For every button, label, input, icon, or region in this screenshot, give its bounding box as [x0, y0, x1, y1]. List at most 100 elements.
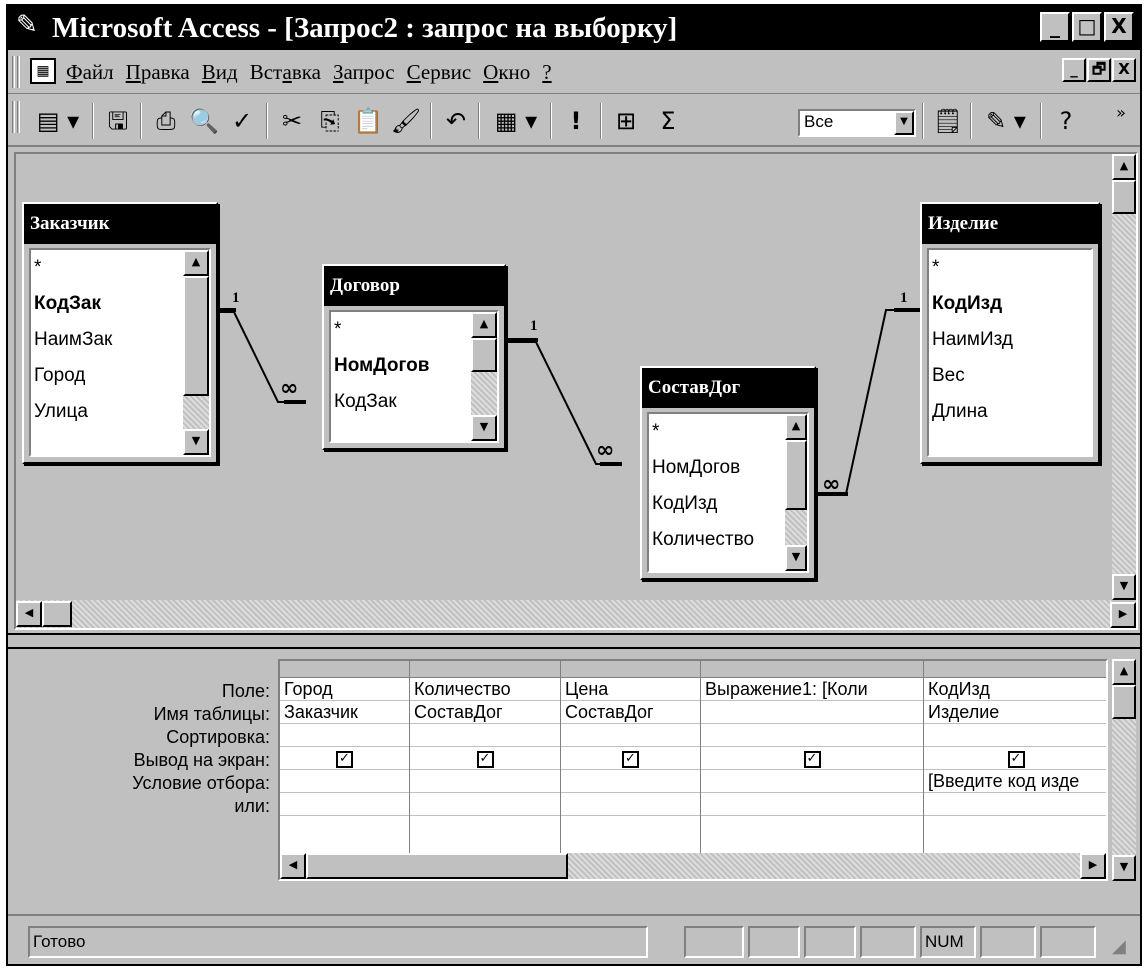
field-cell[interactable]: Выражение1: [Коли — [701, 678, 923, 701]
scroll-down-icon[interactable]: ▼ — [1112, 574, 1136, 600]
table-cell[interactable] — [701, 701, 923, 724]
show-table-icon[interactable]: ⊞ — [608, 103, 644, 139]
table-title[interactable]: СоставДог — [642, 368, 814, 408]
copy-icon[interactable]: ⎘ — [312, 103, 348, 139]
field-item[interactable]: Вес — [929, 358, 1091, 394]
or-cell[interactable] — [701, 793, 923, 816]
totals-icon[interactable]: Σ — [650, 103, 686, 139]
menu-grip[interactable] — [12, 56, 15, 88]
help-icon[interactable]: ? — [1048, 103, 1084, 139]
show-cell[interactable]: ✓ — [410, 747, 560, 770]
show-checkbox[interactable]: ✓ — [336, 750, 353, 768]
show-checkbox[interactable]: ✓ — [1007, 750, 1025, 768]
field-item[interactable]: КодИзд — [649, 486, 807, 522]
cut-icon[interactable]: ✂ — [274, 103, 310, 139]
title-bar[interactable]: ✎ Microsoft Access - [Запрос2 : запрос н… — [8, 6, 1140, 50]
scroll-up-icon[interactable]: ▲ — [1112, 659, 1136, 685]
table-title[interactable]: Заказчик — [24, 204, 216, 244]
field-cell[interactable]: КодИзд — [924, 678, 1106, 701]
scroll-right-icon[interactable]: ▶ — [1110, 602, 1136, 628]
doc-close-button[interactable]: X — [1112, 58, 1136, 82]
toolbar-grip[interactable] — [12, 101, 15, 133]
toolbar-overflow-icon[interactable]: » — [1106, 95, 1136, 131]
menu-grip-2[interactable] — [17, 56, 20, 88]
query-type-icon[interactable]: ▦ ▾ — [486, 103, 546, 139]
table-izdelie[interactable]: Изделие * КодИзд НаимИзд Вес Длина — [920, 202, 1100, 464]
grid-column[interactable]: Количество СоставДог ✓ — [410, 661, 561, 879]
resize-grip-icon[interactable]: ◢ — [1112, 936, 1136, 960]
minimize-button[interactable]: _ — [1040, 12, 1070, 42]
scroll-left-icon[interactable]: ◀ — [16, 601, 42, 627]
vertical-scrollbar[interactable]: ▲ ▼ — [471, 312, 497, 441]
scroll-up-icon[interactable]: ▲ — [471, 312, 497, 338]
show-checkbox[interactable]: ✓ — [476, 750, 494, 768]
table-cell[interactable]: СоставДог — [410, 701, 560, 724]
table-cell[interactable]: Изделие — [924, 701, 1106, 724]
scroll-thumb[interactable] — [183, 276, 209, 396]
field-item[interactable]: Количество — [649, 522, 807, 558]
build-icon[interactable]: ✎ ▾ — [976, 103, 1036, 139]
menu-edit[interactable]: Правка — [126, 60, 190, 85]
menu-help[interactable]: ? — [542, 60, 551, 85]
sort-cell[interactable] — [924, 724, 1106, 747]
menu-query[interactable]: Запрос — [333, 60, 395, 85]
field-item[interactable]: НаимИзд — [929, 322, 1091, 358]
table-zakazchik[interactable]: Заказчик * КодЗак НаимЗак Город Улица ▲ … — [22, 202, 218, 464]
scroll-up-icon[interactable]: ▲ — [1112, 154, 1136, 180]
criteria-cell[interactable] — [410, 770, 560, 793]
column-selector[interactable] — [280, 661, 409, 678]
criteria-cell[interactable] — [561, 770, 700, 793]
undo-icon[interactable]: ↶ — [438, 103, 474, 139]
doc-restore-button[interactable]: 🗗 — [1087, 58, 1111, 82]
column-selector[interactable] — [701, 661, 923, 678]
vertical-scrollbar[interactable]: ▲ ▼ — [785, 414, 807, 571]
or-cell[interactable] — [924, 793, 1106, 816]
scroll-down-icon[interactable]: ▼ — [471, 415, 497, 441]
field-cell[interactable]: Город — [280, 678, 409, 701]
show-cell[interactable]: ✓ — [701, 747, 923, 770]
grid-column[interactable]: КодИзд Изделие ✓ [Введите код изде — [924, 661, 1106, 879]
maximize-button[interactable]: □ — [1072, 12, 1102, 42]
or-cell[interactable] — [561, 793, 700, 816]
scroll-left-icon[interactable]: ◀ — [280, 853, 306, 879]
column-selector[interactable] — [410, 661, 560, 678]
field-item[interactable]: КодИзд — [929, 286, 1091, 322]
show-cell[interactable]: ✓ — [561, 747, 700, 770]
grid-horizontal-scrollbar[interactable]: ◀ ▶ — [280, 853, 1106, 879]
show-checkbox[interactable]: ✓ — [803, 750, 821, 768]
document-icon[interactable]: ▦ — [30, 58, 56, 84]
table-title[interactable]: Договор — [324, 266, 504, 306]
field-cell[interactable]: Количество — [410, 678, 560, 701]
sort-cell[interactable] — [410, 724, 560, 747]
view-icon[interactable]: ▤ ▾ — [28, 103, 88, 139]
sort-cell[interactable] — [280, 724, 409, 747]
scroll-up-icon[interactable]: ▲ — [785, 414, 807, 440]
top-values-combo[interactable]: Все ▼ — [798, 109, 916, 137]
grid-column[interactable]: Выражение1: [Коли ✓ — [701, 661, 924, 879]
spelling-icon[interactable]: ✓ — [224, 103, 260, 139]
scroll-thumb[interactable] — [785, 440, 807, 510]
menu-tools[interactable]: Сервис — [407, 60, 472, 85]
or-cell[interactable] — [280, 793, 409, 816]
field-cell[interactable]: Цена — [561, 678, 700, 701]
doc-minimize-button[interactable]: _ — [1062, 58, 1086, 82]
or-cell[interactable] — [410, 793, 560, 816]
table-title[interactable]: Изделие — [922, 204, 1098, 244]
toolbar-grip-2[interactable] — [17, 101, 20, 133]
chevron-down-icon[interactable]: ▼ — [894, 111, 914, 135]
criteria-cell[interactable] — [701, 770, 923, 793]
scroll-down-icon[interactable]: ▼ — [1112, 855, 1136, 881]
table-cell[interactable]: Заказчик — [280, 701, 409, 724]
scroll-thumb[interactable] — [306, 853, 568, 879]
pane-vertical-scrollbar[interactable]: ▲ ▼ — [1112, 154, 1136, 600]
criteria-cell[interactable] — [280, 770, 409, 793]
print-preview-icon[interactable]: 🔍 — [186, 103, 222, 139]
pane-splitter[interactable] — [8, 633, 1140, 649]
scroll-thumb[interactable] — [471, 338, 497, 372]
show-cell[interactable]: ✓ — [280, 747, 409, 770]
sort-cell[interactable] — [561, 724, 700, 747]
field-item[interactable]: Длина — [929, 394, 1091, 430]
column-selector[interactable] — [924, 661, 1106, 678]
show-checkbox[interactable]: ✓ — [622, 750, 639, 768]
format-painter-icon[interactable]: 🖌 — [388, 103, 424, 139]
